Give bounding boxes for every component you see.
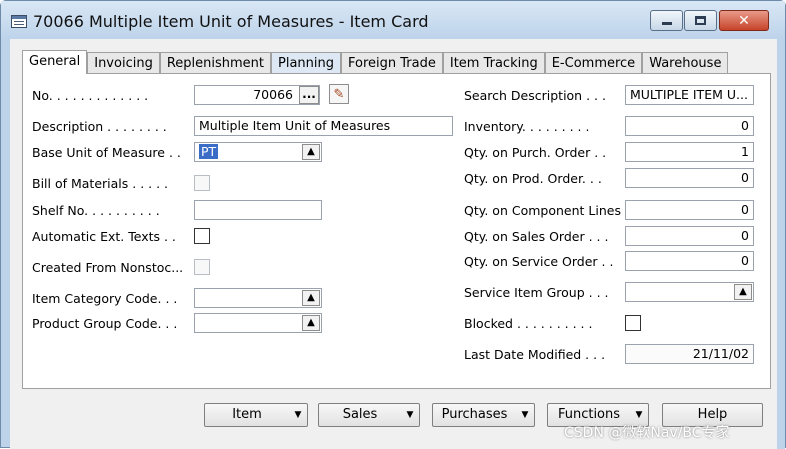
service-item-group-field[interactable]: ▲ [625, 282, 754, 302]
pencil-icon[interactable]: ✎ [329, 84, 349, 104]
maximize-button[interactable] [684, 10, 717, 31]
up-arrow-icon[interactable]: ▲ [302, 290, 320, 306]
item-category-field[interactable]: ▲ [194, 288, 322, 308]
minimize-icon [661, 22, 672, 25]
base-uom-label: Base Unit of Measure . . [32, 145, 183, 160]
qty-component-lines-label: Qty. on Component Lines [464, 203, 623, 218]
description-field[interactable]: Multiple Item Unit of Measures [194, 116, 453, 136]
shelf-no-field[interactable] [194, 200, 322, 220]
search-description-label: Search Description . . . [464, 88, 608, 103]
qty-prod-order-label: Qty. on Prod. Order. . . [464, 171, 604, 186]
title-bar[interactable]: 70066 Multiple Item Unit of Measures - I… [1, 1, 785, 39]
chevron-down-icon: ▼ [406, 410, 414, 420]
tab-e-commerce[interactable]: E-Commerce [544, 52, 643, 74]
qty-prod-order-field[interactable]: 0 [625, 168, 754, 188]
tab-strip: General Invoicing Replenishment Planning… [22, 50, 729, 74]
item-button-label: Item [232, 407, 262, 422]
no-value: 70066 [253, 87, 293, 102]
item-card-icon [11, 15, 27, 28]
search-description-field[interactable]: MULTIPLE ITEM U... [625, 85, 754, 105]
description-label: Description . . . . . . . . [32, 119, 169, 134]
window-frame-right [777, 39, 785, 449]
qty-sales-order-field[interactable]: 0 [625, 226, 754, 246]
tab-invoicing[interactable]: Invoicing [87, 52, 160, 74]
item-menu-button[interactable]: Item ▼ [204, 403, 308, 427]
qty-component-lines-field[interactable]: 0 [625, 200, 754, 220]
minimize-button[interactable] [650, 10, 683, 31]
no-assist-button[interactable]: ... [299, 86, 319, 104]
blocked-checkbox[interactable] [625, 315, 641, 331]
qty-service-order-field[interactable]: 0 [625, 251, 754, 271]
window-client-area: General Invoicing Replenishment Planning… [10, 39, 777, 449]
qty-service-order-label: Qty. on Service Order . . [464, 254, 616, 269]
service-item-group-label: Service Item Group . . . [464, 285, 611, 300]
up-arrow-icon[interactable]: ▲ [734, 284, 752, 300]
base-uom-value: PT [199, 144, 219, 159]
auto-ext-texts-checkbox[interactable] [194, 228, 210, 244]
tab-planning[interactable]: Planning [271, 52, 341, 74]
chevron-down-icon: ▼ [294, 410, 302, 420]
base-uom-field[interactable]: PT ▲ [194, 142, 322, 162]
qty-purch-order-field[interactable]: 1 [625, 142, 754, 162]
bom-checkbox [194, 175, 210, 191]
tab-replenishment[interactable]: Replenishment [159, 52, 271, 74]
item-category-label: Item Category Code. . . [32, 291, 180, 306]
created-from-nonstock-label: Created From Nonstoc... [32, 260, 186, 275]
sales-button-label: Sales [342, 407, 378, 422]
last-date-modified-label: Last Date Modified . . . [464, 347, 608, 362]
maximize-icon [695, 16, 706, 25]
blocked-label: Blocked . . . . . . . . . . [464, 316, 595, 331]
bom-label: Bill of Materials . . . . . [32, 176, 171, 191]
window-title: 70066 Multiple Item Unit of Measures - I… [33, 12, 429, 31]
tab-warehouse[interactable]: Warehouse [642, 52, 729, 74]
tab-foreign-trade[interactable]: Foreign Trade [341, 52, 443, 74]
tab-general[interactable]: General [22, 50, 88, 74]
qty-sales-order-label: Qty. on Sales Order . . . [464, 229, 611, 244]
chevron-down-icon: ▼ [521, 410, 529, 420]
last-date-modified-field: 21/11/02 [625, 344, 754, 364]
up-arrow-icon[interactable]: ▲ [302, 144, 320, 160]
auto-ext-texts-label: Automatic Ext. Texts . . [32, 229, 178, 244]
up-arrow-icon[interactable]: ▲ [302, 315, 320, 331]
no-label: No. . . . . . . . . . . . . [32, 88, 151, 103]
sales-menu-button[interactable]: Sales ▼ [318, 403, 420, 427]
inventory-field[interactable]: 0 [625, 116, 754, 136]
purchases-menu-button[interactable]: Purchases ▼ [432, 403, 535, 427]
shelf-no-label: Shelf No. . . . . . . . . . [32, 203, 162, 218]
purchases-button-label: Purchases [441, 407, 508, 422]
created-from-nonstock-checkbox [194, 259, 210, 275]
close-icon: ✕ [738, 12, 750, 29]
general-tab-panel: No. . . . . . . . . . . . . 70066 ... ✎ … [22, 73, 771, 389]
no-field[interactable]: 70066 ... [194, 85, 320, 105]
product-group-field[interactable]: ▲ [194, 313, 322, 333]
product-group-label: Product Group Code. . . [32, 316, 180, 331]
watermark: CSDN @微软Nav/BC专家 [564, 425, 730, 441]
tab-item-tracking[interactable]: Item Tracking [442, 52, 545, 74]
qty-purch-order-label: Qty. on Purch. Order . . [464, 145, 609, 160]
inventory-label: Inventory. . . . . . . . . [464, 119, 592, 134]
item-card-window: 70066 Multiple Item Unit of Measures - I… [0, 0, 786, 449]
close-button[interactable]: ✕ [719, 10, 769, 31]
